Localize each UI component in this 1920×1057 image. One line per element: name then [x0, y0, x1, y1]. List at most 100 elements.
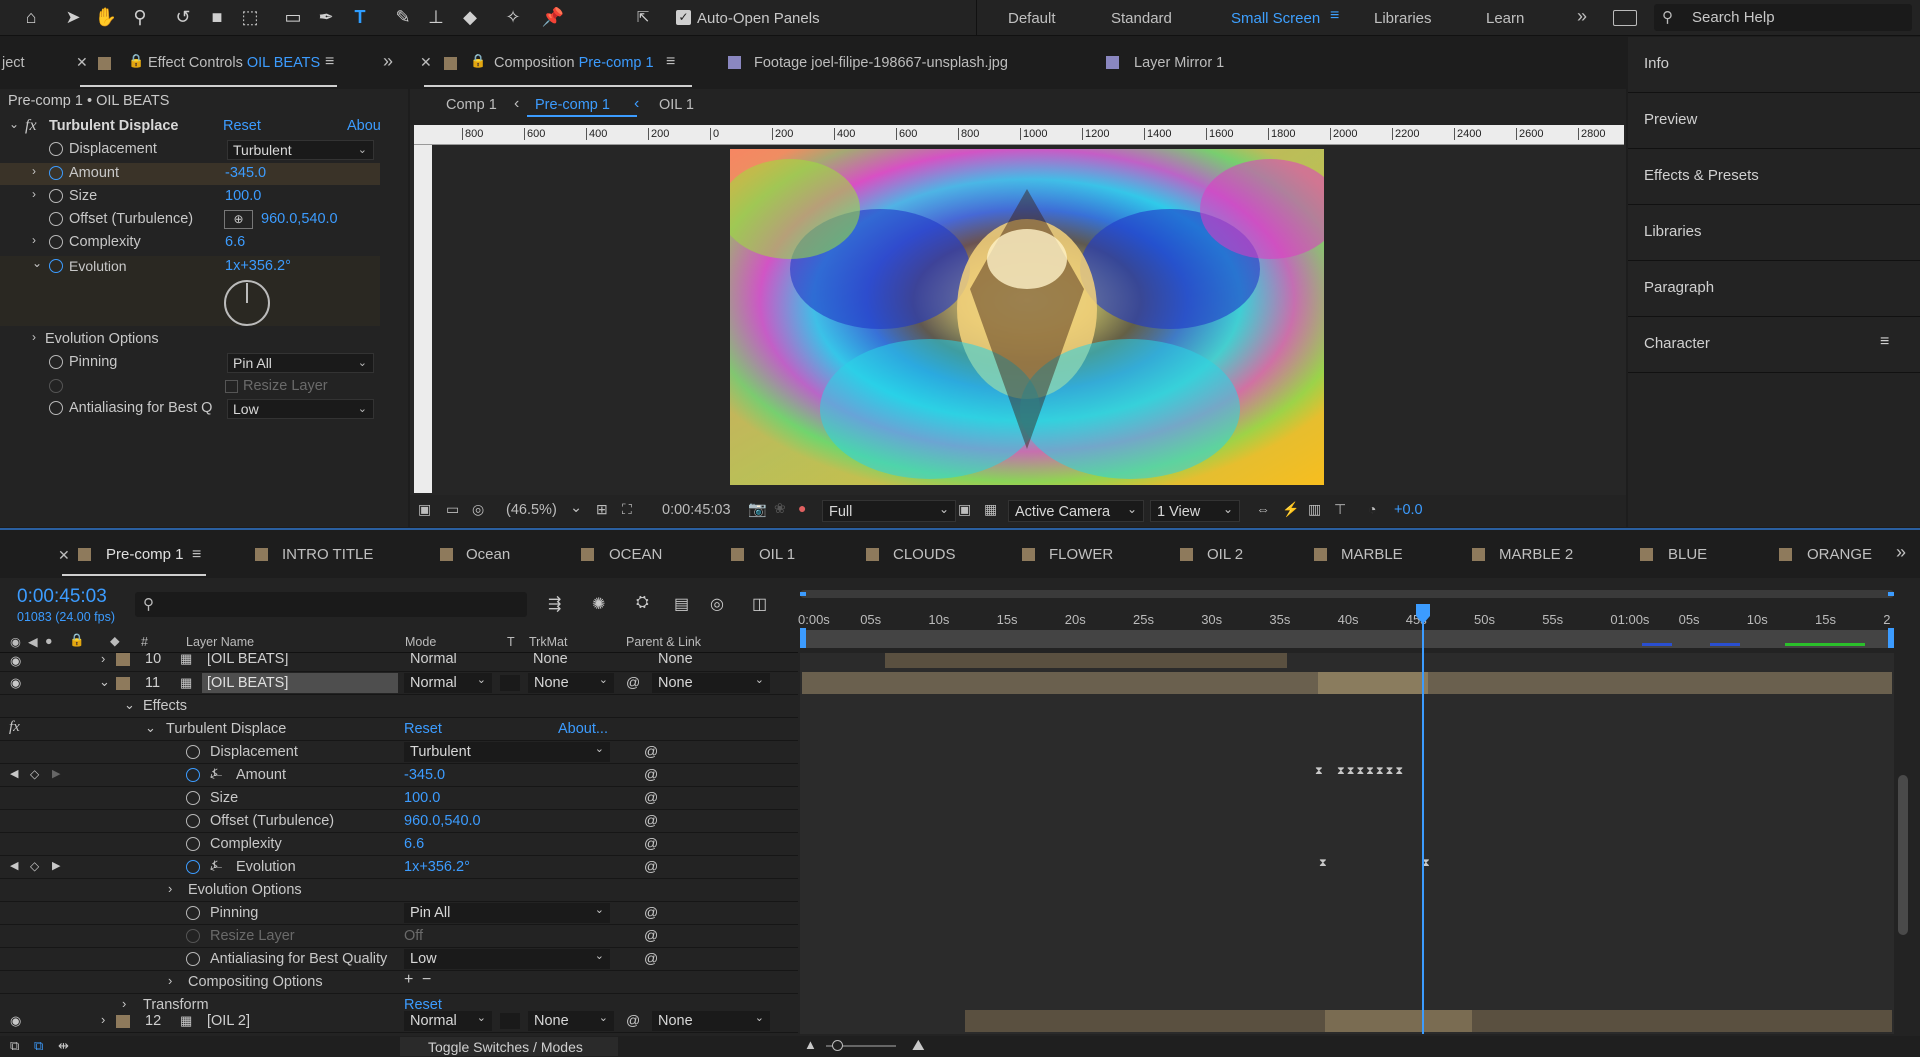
frame-blending-icon[interactable]: ▤ — [674, 594, 689, 614]
collapse-arrow-icon[interactable]: ⌄ — [124, 697, 135, 713]
expand-arrow-icon[interactable]: › — [168, 973, 172, 988]
parent-dropdown[interactable]: None ⌄ — [652, 1011, 770, 1031]
zoom-tool-icon[interactable]: ⚲ — [127, 4, 153, 30]
camera-snapshot-icon[interactable]: 📷 — [748, 500, 767, 518]
pickwhip-icon[interactable]: @ — [644, 812, 658, 828]
close-tab-icon[interactable]: ✕ — [420, 54, 432, 71]
toggle-switches-modes-button[interactable]: Toggle Switches / Modes — [400, 1037, 618, 1056]
antialiasing-dropdown[interactable]: Low ⌄ — [404, 949, 610, 969]
playhead-line[interactable] — [1422, 604, 1424, 1034]
collapse-arrow-icon[interactable]: ⌄ — [9, 117, 19, 131]
eye-icon[interactable]: ◉ — [10, 675, 21, 691]
layer-switches-icon[interactable]: ⧉ — [10, 1038, 19, 1054]
graph-editor-icon[interactable]: ◫ — [752, 594, 767, 614]
workspace-menu-icon[interactable]: ≡ — [1330, 7, 1339, 25]
stopwatch-active-icon[interactable] — [186, 860, 200, 874]
tl-tab-clouds[interactable]: CLOUDS — [893, 546, 956, 563]
stopwatch-icon[interactable] — [186, 814, 200, 828]
pickwhip-icon[interactable]: @ — [626, 674, 640, 690]
col-layer-name[interactable]: Layer Name — [186, 635, 254, 649]
layer-name-selected[interactable]: [OIL BEATS] — [202, 673, 398, 693]
rotate-tool-icon[interactable]: ↺ — [170, 4, 196, 30]
tl-tab-oil2[interactable]: OIL 2 — [1207, 546, 1243, 563]
crosshair-icon[interactable]: ⊕ — [224, 210, 253, 229]
lock-icon[interactable]: 🔒 — [470, 53, 486, 69]
tl-tab-ocean[interactable]: Ocean — [466, 546, 510, 563]
label-swatch[interactable] — [116, 653, 130, 666]
offset-value[interactable]: 960.0,540.0 — [404, 813, 481, 829]
preserve-transparency-toggle[interactable] — [500, 1013, 520, 1029]
prop-row-compositing[interactable]: › Compositing Options + − — [0, 971, 798, 994]
layer-tab[interactable]: Layer Mirror 1 — [1134, 55, 1224, 71]
fast-draft-icon[interactable]: ⚡ — [1282, 501, 1299, 518]
stopwatch-icon[interactable] — [186, 837, 200, 851]
expand-arrow-icon[interactable]: › — [168, 881, 172, 896]
zoom-dropdown[interactable]: (46.5%) — [506, 502, 557, 518]
pickwhip-icon[interactable]: @ — [644, 950, 658, 966]
layer-search-input[interactable]: ⚲ — [135, 592, 527, 617]
comp-image[interactable] — [730, 149, 1324, 485]
more-workspaces-icon[interactable]: » — [1577, 6, 1587, 27]
expand-arrow-icon[interactable]: › — [32, 187, 36, 201]
prev-keyframe-icon[interactable]: ◀ — [10, 859, 18, 872]
fast-previews-icon[interactable]: ▣ — [958, 501, 971, 518]
expand-arrow-icon[interactable]: › — [32, 330, 36, 344]
fx-icon[interactable]: fx — [9, 719, 20, 736]
stopwatch-icon[interactable] — [49, 142, 63, 156]
pen-tool-icon[interactable]: ✒ — [313, 4, 339, 30]
prop-row-evolution-options[interactable]: › Evolution Options — [0, 879, 798, 902]
monitor-icon[interactable]: ▭ — [446, 501, 459, 518]
eraser-tool-icon[interactable]: ◆ — [457, 4, 483, 30]
keyboard-icon[interactable] — [1613, 10, 1637, 26]
reset-exposure-icon[interactable]: ◔ — [1368, 501, 1376, 517]
parent-dropdown[interactable]: None — [658, 653, 693, 667]
tl-tab-blue[interactable]: BLUE — [1668, 546, 1707, 563]
views-dropdown[interactable]: 1 View ⌄ — [1150, 500, 1240, 522]
stopwatch-icon[interactable] — [49, 235, 63, 249]
workspace-learn[interactable]: Learn — [1486, 10, 1524, 27]
mask-visibility-icon[interactable]: ◎ — [472, 501, 484, 518]
add-mask-icon[interactable]: + — [404, 971, 413, 989]
panel-menu-icon[interactable]: ≡ — [666, 53, 675, 71]
draft-3d-icon[interactable]: ✺ — [592, 594, 605, 614]
rectangle-tool-icon[interactable]: ▭ — [280, 4, 306, 30]
type-tool-icon[interactable]: T — [347, 4, 373, 30]
character-panel[interactable]: Character ≡ — [1628, 317, 1920, 373]
pickwhip-icon[interactable]: @ — [644, 766, 658, 782]
flowchart-icon[interactable]: ⊤ — [1334, 501, 1346, 518]
fx-icon[interactable]: fx — [25, 117, 37, 135]
pickwhip-icon[interactable]: @ — [626, 1012, 640, 1028]
layer-row-11[interactable]: ◉ ⌄ 11 ▦ [OIL BEATS] Normal ⌄ None ⌄ @ Non… — [0, 672, 798, 695]
panel-overflow-icon[interactable]: » — [383, 51, 393, 72]
size-value[interactable]: 100.0 — [225, 188, 261, 204]
about-link[interactable]: Abou — [347, 118, 381, 134]
info-panel[interactable]: Info — [1628, 37, 1920, 93]
comp-mini-flowchart-icon[interactable]: ⇶ — [548, 594, 561, 614]
timeline-tracks[interactable]: ⧗ ⧗⧗⧗⧗⧗⧗⧗ ⧗ ⧗ — [800, 653, 1894, 1034]
pickwhip-icon[interactable]: @ — [644, 858, 658, 874]
collapse-arrow-icon[interactable]: ⌄ — [99, 674, 110, 690]
stopwatch-icon[interactable] — [49, 401, 63, 415]
zoom-out-icon[interactable]: ▲ — [804, 1037, 817, 1052]
effect-controls-tab[interactable]: Effect Controls OIL BEATS — [148, 55, 320, 71]
lock-icon[interactable]: 🔒 — [69, 633, 85, 648]
add-keyframe-icon[interactable]: ◇ — [30, 859, 39, 873]
stopwatch-icon[interactable] — [186, 952, 200, 966]
label-swatch[interactable] — [116, 677, 130, 690]
stopwatch-icon[interactable] — [49, 189, 63, 203]
always-preview-icon[interactable]: ▣ — [418, 501, 431, 518]
prop-row-evolution[interactable]: ◀ ◇ ▶ ⍼ Evolution 1x+356.2° @ — [0, 856, 798, 879]
mode-dropdown[interactable]: Normal — [410, 653, 457, 667]
workspace-default[interactable]: Default — [1008, 10, 1056, 27]
expand-arrow-icon[interactable]: › — [32, 164, 36, 178]
tl-tab-marble2[interactable]: MARBLE 2 — [1499, 546, 1573, 563]
workspace-small-screen[interactable]: Small Screen — [1231, 10, 1320, 27]
lock-icon[interactable]: 🔒 — [128, 53, 144, 69]
prop-row-antialiasing[interactable]: Antialiasing for Best Quality Low ⌄ @ — [0, 948, 798, 971]
preview-panel[interactable]: Preview — [1628, 93, 1920, 149]
breadcrumb-oil1[interactable]: OIL 1 — [659, 97, 694, 113]
selection-tool-icon[interactable]: ➤ — [60, 4, 86, 30]
evolution-options-label[interactable]: Evolution Options — [45, 331, 159, 347]
more-tabs-icon[interactable]: » — [1896, 542, 1906, 563]
tl-tab-oil1[interactable]: OIL 1 — [759, 546, 795, 563]
